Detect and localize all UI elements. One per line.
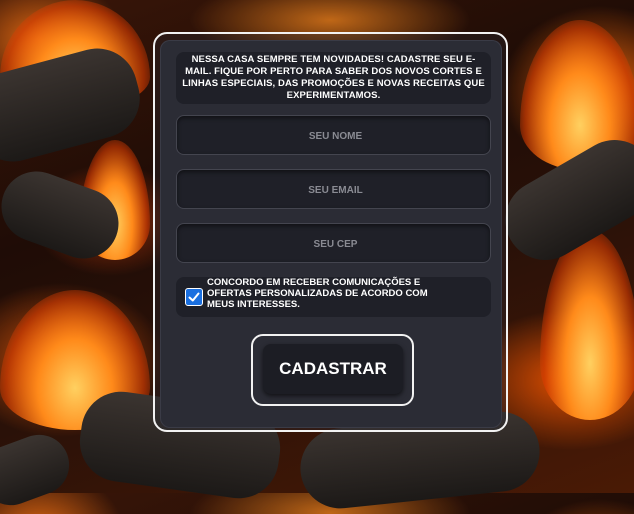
submit-button[interactable]: CADASTRAR	[263, 344, 403, 394]
cep-field-box	[176, 223, 494, 264]
log-shape	[0, 426, 78, 514]
email-input[interactable]	[177, 170, 494, 210]
name-field-box	[176, 115, 494, 156]
intro-text: NESSA CASA SEMPRE TEM NOVIDADES! CADASTR…	[176, 52, 491, 104]
email-field-box	[176, 169, 494, 210]
consent-label: CONCORDO EM RECEBER COMUNICAÇÕES E OFERT…	[207, 277, 428, 310]
consent-checkbox[interactable]	[185, 288, 203, 306]
cep-input[interactable]	[177, 224, 494, 264]
name-input[interactable]	[177, 116, 494, 156]
checkmark-icon	[188, 292, 200, 302]
